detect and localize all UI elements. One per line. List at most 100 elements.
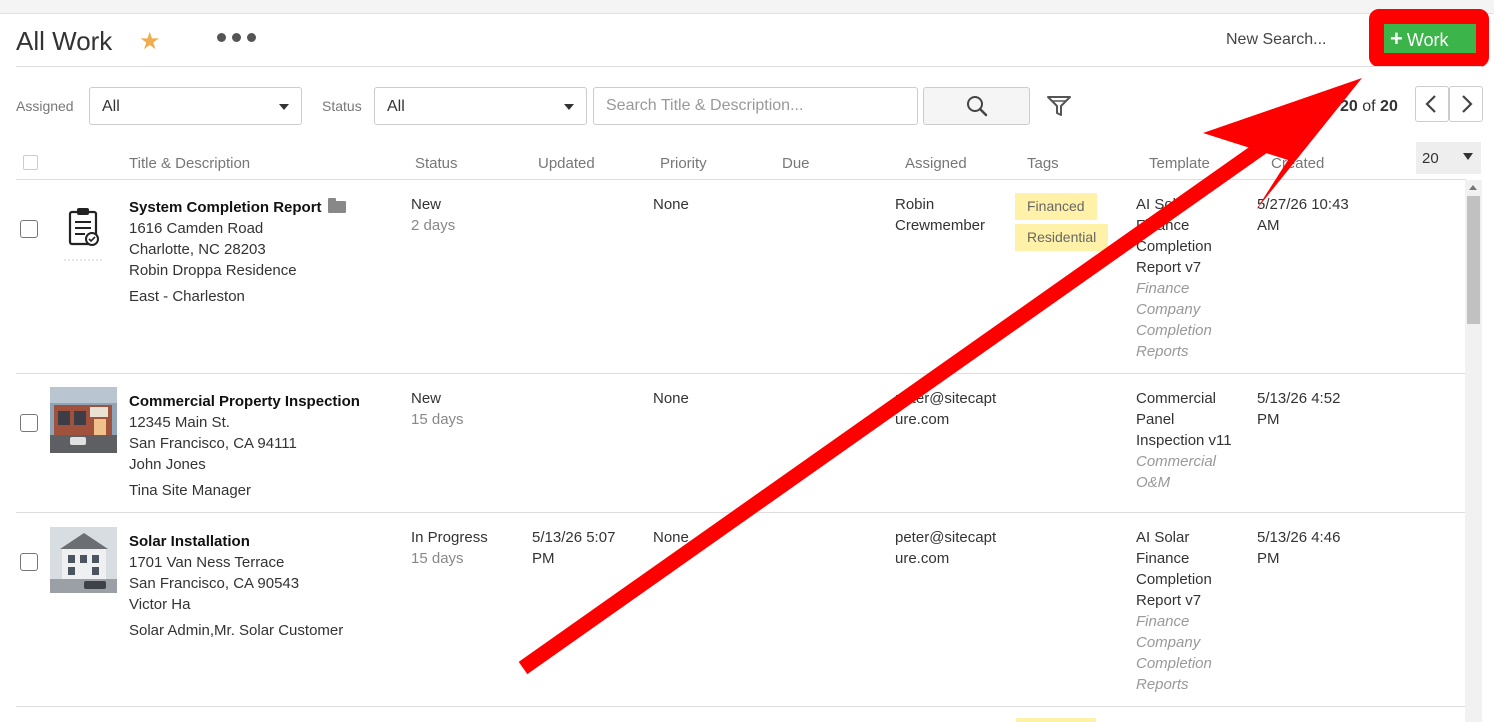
row-address2: Charlotte, NC 28203 [129,241,266,258]
row-address2: San Francisco, CA 90543 [129,575,300,592]
star-icon[interactable]: ★ [139,27,161,56]
scrollbar-thumb[interactable] [1467,196,1480,324]
col-template[interactable]: Template [1149,155,1210,172]
tag-badge[interactable]: Financed [1015,193,1097,220]
header-divider [16,66,1482,67]
more-dots-icon[interactable] [217,33,256,42]
row-contact: John Jones [129,456,206,473]
status-value: All [387,98,405,115]
row-template-cell: AI Solar Finance Completion Report v7 Fi… [1136,527,1212,695]
per-page-select[interactable]: 20 [1416,142,1481,174]
row-title-cell: Solar Installation 1701 Van Ness Terrace… [129,531,343,641]
row-template: Completion [1136,238,1212,255]
row-assigned: Crewmember [895,217,986,234]
col-title[interactable]: Title & Description [129,155,250,172]
select-all-checkbox[interactable] [23,155,38,170]
row-template-group: Completion [1136,655,1212,672]
col-due[interactable]: Due [782,155,810,172]
property-photo [50,387,117,453]
row-title[interactable]: Solar Installation [129,531,343,552]
table-row[interactable]: Solar Installation 1701 Van Ness Terrace… [16,513,1466,707]
row-assigned-cell: peter@sitecapt ure.com [895,527,996,569]
row-age: 15 days [411,411,464,428]
add-work-label: Work [1406,30,1449,50]
row-template: Report v7 [1136,259,1202,276]
search-input[interactable]: Search Title & Description... [593,87,918,125]
assigned-value: All [102,98,120,115]
col-tags[interactable]: Tags [1027,155,1059,172]
page-total: 20 [1380,98,1398,115]
row-template-cell: AI Solar Finance Completion Report v7 Fi… [1136,194,1212,362]
assigned-select[interactable]: All [89,87,302,125]
status-label: Status [322,98,362,114]
page-count: 20 [1340,98,1358,115]
row-created: PM [1257,411,1280,428]
assigned-label: Assigned [16,98,74,114]
row-title[interactable]: Commercial Property Inspection [129,391,360,412]
col-priority[interactable]: Priority [660,155,707,172]
row-created: 5/13/26 4:52 [1257,390,1341,407]
row-updated-cell: 5/13/26 5:07 PM [532,527,615,569]
row-age: 2 days [411,217,456,234]
chevron-down-icon [564,104,574,110]
row-template-group: Company [1136,634,1201,651]
prev-page-button[interactable] [1415,86,1449,122]
status-select[interactable]: All [374,87,587,125]
col-updated[interactable]: Updated [538,155,595,172]
row-template: Finance [1136,550,1190,567]
row-template-group: O&M [1136,474,1171,491]
row-updated: PM [532,550,555,567]
new-search-link[interactable]: New Search... [1226,31,1326,49]
row-assigned: ure.com [895,411,950,428]
row-assigned: peter@sitecapt [895,390,997,407]
row-status-cell: In Progress 15 days [411,527,488,569]
clipboard-icon [64,208,104,261]
plus-icon: + [1390,26,1403,51]
row-template-group: Reports [1136,343,1189,360]
row-team: Tina Site Manager [129,482,252,499]
folder-icon[interactable] [327,198,346,213]
scrollbar[interactable] [1465,180,1482,722]
col-created[interactable]: Created [1271,155,1324,172]
table-row[interactable]: Commercial Property Inspection 12345 Mai… [16,374,1466,513]
row-title-cell: System Completion Report 1616 Camden Roa… [129,197,346,307]
row-address2: San Francisco, CA 94111 [129,435,297,452]
search-button[interactable] [923,87,1030,125]
report-thumbnail [50,202,117,268]
table-row[interactable]: System Completion Report 1616 Camden Roa… [16,180,1466,374]
row-priority: None [653,196,689,213]
row-title-cell: Commercial Property Inspection 12345 Mai… [129,391,360,501]
chevron-right-icon [1462,95,1473,113]
page-title: All Work [16,26,113,56]
row-checkbox[interactable] [20,414,38,432]
next-page-button[interactable] [1449,86,1483,122]
row-template: Completion [1136,571,1212,588]
row-updated: 5/13/26 5:07 [532,529,616,546]
row-assigned: peter@sitecapt [895,529,997,546]
row-title[interactable]: System Completion Report [129,199,322,216]
add-work-button[interactable]: + Work [1384,24,1476,53]
search-icon [967,96,988,117]
row-checkbox[interactable] [20,220,38,238]
tag-badge[interactable]: Residential [1015,224,1109,251]
row-priority: None [653,390,689,407]
row-assigned-cell: peter@sitecapt ure.com [895,388,996,430]
row-checkbox[interactable] [20,553,38,571]
row-status-cell: New 15 days [411,388,464,430]
row-age: 15 days [411,550,464,567]
row-template-group: Finance [1136,280,1190,297]
tag-badge-partial [1016,718,1096,722]
row-template: Panel [1136,411,1175,428]
scroll-up-icon[interactable] [1469,185,1477,190]
row-template-group: Completion [1136,322,1212,339]
row-created: 5/27/26 10:43 [1257,196,1349,213]
col-status[interactable]: Status [415,155,458,172]
row-created: 5/13/26 4:46 [1257,529,1341,546]
row-template: Inspection v11 [1136,432,1232,449]
col-assigned[interactable]: Assigned [905,155,967,172]
row-assigned-cell: Robin Crewmember [895,194,985,236]
row-created-cell: 5/13/26 4:46 PM [1257,527,1340,569]
row-status: In Progress [411,529,488,546]
filter-icon[interactable] [1046,94,1072,118]
chevron-left-icon [1425,95,1436,113]
